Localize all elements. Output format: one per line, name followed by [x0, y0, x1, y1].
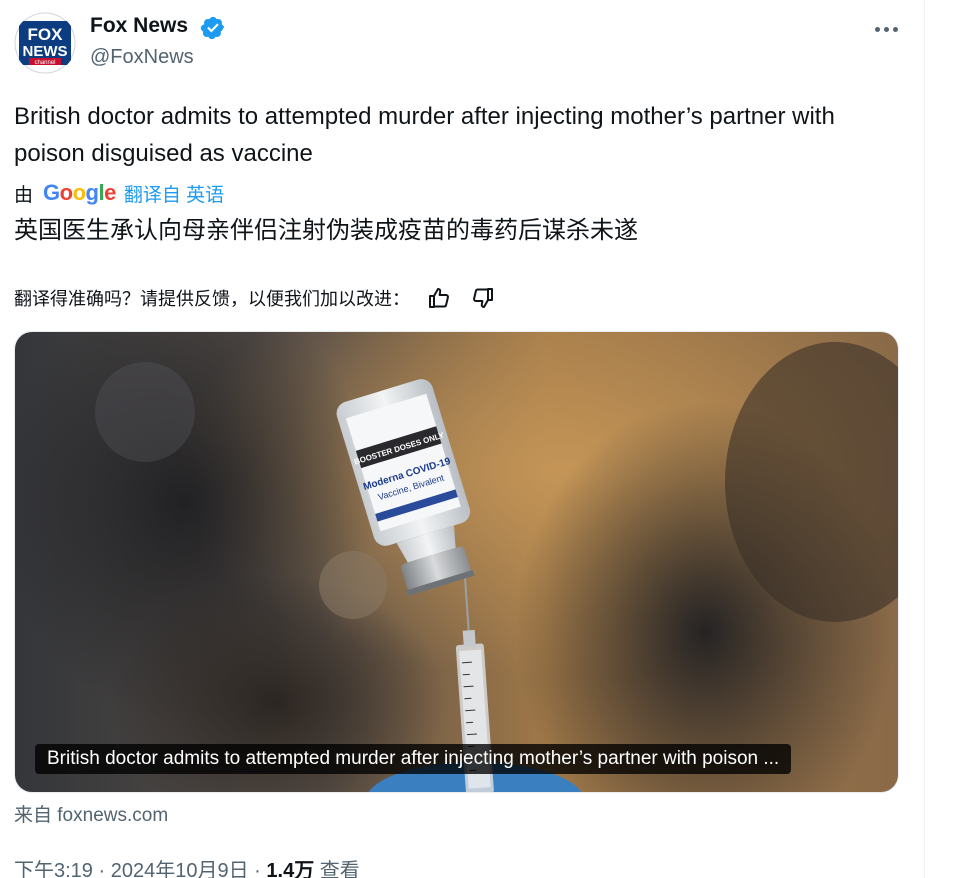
- article-image: BOOSTER DOSES ONLY Moderna COVID-19 Vacc…: [15, 332, 898, 792]
- translation-attribution: 由 Google 翻译自 英语: [14, 178, 224, 208]
- author-avatar[interactable]: FOX NEWS channel: [14, 12, 76, 74]
- translation-prefix: 由: [14, 184, 34, 206]
- views-count: 1.4万: [266, 860, 315, 878]
- column-divider: [924, 0, 925, 878]
- translated-from-link[interactable]: 翻译自 英语: [124, 180, 224, 207]
- author-handle[interactable]: @FoxNews: [90, 46, 194, 69]
- more-icon[interactable]: [866, 14, 906, 44]
- avatar-logo-line3: channel: [34, 60, 55, 66]
- google-logo: Google: [43, 180, 116, 205]
- tweet-text: British doctor admits to attempted murde…: [14, 103, 835, 167]
- card-caption: British doctor admits to attempted murde…: [35, 744, 792, 774]
- views-label: 查看: [319, 860, 360, 878]
- tweet-date[interactable]: 2024年10月9日: [111, 860, 249, 878]
- avatar-logo-line1: FOX: [28, 25, 64, 44]
- verified-badge-icon: [200, 16, 225, 40]
- meta-separator: ·: [254, 860, 261, 878]
- link-preview-card[interactable]: BOOSTER DOSES ONLY Moderna COVID-19 Vacc…: [14, 331, 899, 793]
- author-name[interactable]: Fox News: [90, 14, 188, 38]
- feedback-prompt: 翻译得准确吗？请提供反馈，以便我们加以改进：: [14, 289, 410, 309]
- meta-separator: ·: [98, 860, 106, 878]
- thumbs-down-icon[interactable]: [468, 283, 498, 313]
- thumbs-up-icon[interactable]: [424, 283, 454, 313]
- tweet-time[interactable]: 下午3:19: [14, 860, 93, 878]
- card-source-link[interactable]: 来自 foxnews.com: [14, 800, 168, 827]
- translated-text: 英国医生承认向母亲伴侣注射伪装成疫苗的毒药后谋杀未遂: [14, 217, 638, 244]
- translation-feedback: 翻译得准确吗？请提供反馈，以便我们加以改进：: [14, 282, 498, 314]
- tweet-meta: 下午3:19 · 2024年10月9日 · 1.4万 查看: [14, 854, 360, 878]
- avatar-logo-line2: NEWS: [23, 43, 68, 60]
